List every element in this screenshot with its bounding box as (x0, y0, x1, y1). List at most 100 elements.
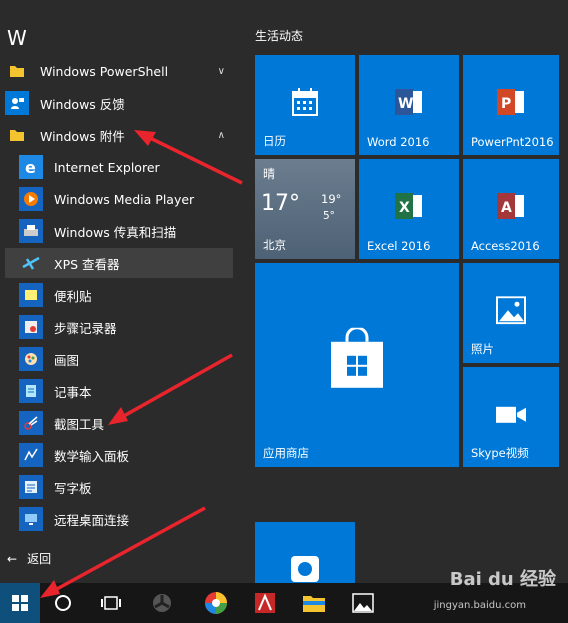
weather-condition: 晴 (263, 167, 276, 181)
taskbar-app-photos[interactable] (343, 583, 383, 623)
svg-text:e: e (25, 158, 36, 176)
back-label: 返回 (27, 552, 52, 566)
app-windows-feedback[interactable]: Windows 反馈 (5, 88, 233, 118)
start-menu: W Windows PowerShell ∨ Windows 反馈 Window… (0, 0, 568, 583)
app-internet-explorer[interactable]: e Internet Explorer (5, 152, 233, 182)
task-view-icon (101, 596, 121, 610)
tile-label: PowerPnt2016 (471, 135, 554, 149)
powerpoint-icon: P (497, 89, 524, 115)
tile-weather[interactable]: 晴 17° 19° 5° 北京 (255, 159, 355, 259)
app-paint[interactable]: 画图 (5, 344, 233, 374)
tile-photos[interactable]: 照片 (463, 263, 559, 363)
tile-calendar[interactable]: 日历 (255, 55, 355, 155)
calendar-icon (292, 88, 318, 116)
search-button[interactable] (44, 583, 82, 623)
tile-excel[interactable]: X Excel 2016 (359, 159, 459, 259)
app-snipping-tool[interactable]: 截图工具 (5, 408, 233, 438)
app-label: 远程桌面连接 (54, 512, 130, 528)
xps-viewer-icon (19, 251, 43, 275)
taskbar-app-autocad[interactable] (245, 583, 285, 623)
app-sticky-notes[interactable]: 便利贴 (5, 280, 233, 310)
app-windows-powershell[interactable]: Windows PowerShell ∨ (5, 56, 233, 86)
tile-powerpoint[interactable]: P PowerPnt2016 (463, 55, 559, 155)
app-xps-viewer[interactable]: XPS 查看器 (5, 248, 233, 278)
tile-access[interactable]: A Access2016 (463, 159, 559, 259)
tile-store[interactable]: 应用商店 (255, 263, 459, 467)
steps-recorder-icon (19, 315, 43, 339)
app-fax-and-scan[interactable]: Windows 传真和扫描 (5, 216, 233, 246)
snipping-tool-icon (19, 411, 43, 435)
tile-label: 应用商店 (263, 446, 309, 460)
app-windows-media-player[interactable]: Windows Media Player (5, 184, 233, 214)
app-label: XPS 查看器 (54, 256, 120, 272)
weather-city: 北京 (263, 238, 286, 252)
back-button[interactable]: ← 返回 (7, 550, 51, 567)
colorful-camera-icon (205, 592, 227, 614)
app-label: Windows PowerShell (40, 63, 169, 79)
tile-label: 照片 (471, 342, 494, 356)
taskbar-app-file-explorer[interactable] (294, 583, 334, 623)
excel-icon: X (395, 193, 422, 219)
app-label: 步骤记录器 (54, 320, 117, 336)
windows-logo-icon (12, 595, 28, 611)
folder-icon (5, 59, 29, 83)
media-player-icon (19, 187, 43, 211)
word-icon: W (395, 89, 422, 115)
access-icon: A (497, 193, 524, 219)
weather-high: 19° (321, 192, 342, 206)
folder-icon (5, 123, 29, 147)
chevron-down-icon[interactable]: ∨ (218, 66, 225, 77)
app-remote-desktop[interactable]: 远程桌面连接 (5, 504, 233, 534)
taskbar-app-fan[interactable] (142, 583, 182, 623)
app-label: Windows 反馈 (40, 96, 125, 112)
cortana-circle-icon (55, 595, 71, 611)
chevron-up-icon[interactable]: ∧ (218, 130, 225, 141)
task-view-button[interactable] (92, 583, 130, 623)
letter-header[interactable]: W (7, 26, 27, 50)
tile-group-header[interactable]: 生活动态 (255, 27, 303, 44)
tile-partial[interactable] (255, 522, 355, 583)
tile-label: Access2016 (471, 239, 540, 253)
wordpad-icon (19, 475, 43, 499)
app-label: Internet Explorer (54, 159, 160, 175)
svg-text:W: W (398, 96, 413, 112)
svg-text:A: A (501, 200, 512, 216)
start-button[interactable] (0, 583, 40, 623)
watermark-logo: Bai du 经验 (449, 569, 556, 590)
app-label: 记事本 (54, 384, 92, 400)
remote-desktop-icon (19, 507, 43, 531)
sticky-notes-icon (19, 283, 43, 307)
app-label: 便利贴 (54, 288, 92, 304)
taskbar-app-camera360[interactable] (196, 583, 236, 623)
app-math-input-panel[interactable]: 数学输入面板 (5, 440, 233, 470)
app-label: 数学输入面板 (54, 448, 130, 464)
app-windows-accessories[interactable]: Windows 附件 ∧ (5, 120, 233, 150)
watermark-url: jingyan.baidu.com (433, 600, 526, 611)
app-icon (291, 556, 319, 582)
tile-word[interactable]: W Word 2016 (359, 55, 459, 155)
feedback-icon (5, 91, 29, 115)
photos-icon (496, 296, 526, 325)
arrow-left-icon: ← (7, 551, 18, 566)
internet-explorer-icon: e (19, 155, 43, 179)
weather-low: 5° (323, 210, 335, 222)
app-label: 写字板 (54, 480, 92, 496)
paint-icon (19, 347, 43, 371)
app-notepad[interactable]: 记事本 (5, 376, 233, 406)
photos-icon (352, 593, 374, 613)
weather-temperature: 17° (261, 191, 300, 216)
tile-label: 日历 (263, 134, 286, 148)
notepad-icon (19, 379, 43, 403)
app-label: 截图工具 (54, 416, 105, 432)
video-camera-icon (496, 406, 526, 423)
app-label: 画图 (54, 352, 80, 368)
app-label: Windows 传真和扫描 (54, 224, 177, 240)
fan-icon (153, 594, 171, 612)
app-wordpad[interactable]: 写字板 (5, 472, 233, 502)
tile-label: Word 2016 (367, 135, 430, 149)
fax-scan-icon (19, 219, 43, 243)
svg-text:P: P (501, 96, 511, 112)
app-label: Windows 附件 (40, 128, 125, 144)
tile-skype[interactable]: Skype视频 (463, 367, 559, 467)
app-steps-recorder[interactable]: 步骤记录器 (5, 312, 233, 342)
